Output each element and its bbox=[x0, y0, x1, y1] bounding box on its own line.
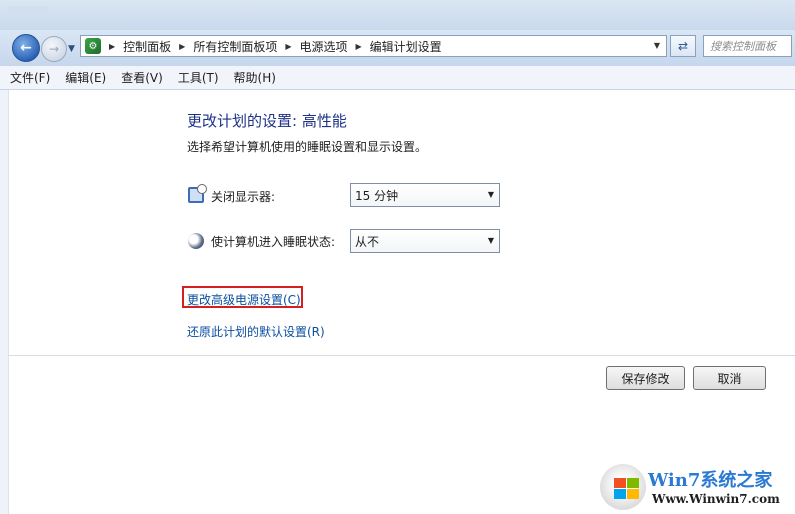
address-dropdown-icon[interactable]: ▼ bbox=[654, 41, 660, 50]
sleep-label: 使计算机进入睡眠状态: bbox=[211, 235, 336, 249]
save-button[interactable]: 保存修改 bbox=[606, 366, 685, 390]
page-subtitle: 选择希望计算机使用的睡眠设置和显示设置。 bbox=[187, 140, 428, 154]
display-off-value: 15 分钟 bbox=[355, 188, 399, 203]
search-input[interactable]: 搜索控制面板 bbox=[703, 35, 792, 57]
menu-bar: 文件(F) 编辑(E) 查看(V) 工具(T) 帮助(H) bbox=[0, 66, 795, 90]
restore-defaults-link[interactable]: 还原此计划的默认设置(R) bbox=[187, 323, 325, 340]
address-bar[interactable]: ⚙ ▶ 控制面板 ▶ 所有控制面板项 ▶ 电源选项 ▶ 编辑计划设置 ▼ bbox=[80, 35, 667, 57]
title-bar bbox=[0, 0, 795, 30]
breadcrumb-power-options[interactable]: 电源选项 bbox=[300, 38, 348, 55]
breadcrumb: ▶ 控制面板 ▶ 所有控制面板项 ▶ 电源选项 ▶ 编辑计划设置 bbox=[101, 38, 442, 55]
main-content: 更改计划的设置: 高性能 选择希望计算机使用的睡眠设置和显示设置。 关闭显示器:… bbox=[0, 90, 795, 514]
menu-help[interactable]: 帮助(H) bbox=[234, 69, 276, 86]
forward-arrow-icon: → bbox=[48, 42, 60, 56]
watermark: Win7系统之家 Www.Winwin7.com bbox=[596, 460, 795, 514]
menu-file[interactable]: 文件(F) bbox=[10, 69, 50, 86]
menu-view[interactable]: 查看(V) bbox=[121, 69, 163, 86]
display-off-label: 关闭显示器: bbox=[211, 190, 276, 204]
sleep-value: 从不 bbox=[355, 234, 380, 249]
back-arrow-icon: ← bbox=[20, 40, 32, 56]
display-off-select[interactable]: 15 分钟 ▼ bbox=[350, 183, 500, 207]
windows-flag bbox=[614, 478, 640, 500]
moon-sleep-icon bbox=[188, 233, 204, 249]
windows-logo-icon bbox=[600, 464, 646, 510]
breadcrumb-edit-plan[interactable]: 编辑计划设置 bbox=[370, 38, 442, 55]
left-pane-edge bbox=[0, 90, 9, 514]
search-placeholder: 搜索控制面板 bbox=[710, 40, 776, 53]
breadcrumb-all-items[interactable]: 所有控制面板项 bbox=[193, 38, 277, 55]
menu-tools[interactable]: 工具(T) bbox=[178, 69, 219, 86]
control-panel-icon: ⚙ bbox=[85, 38, 101, 54]
window: ← → ▼ ⚙ ▶ 控制面板 ▶ 所有控制面板项 ▶ 电源选项 ▶ 编辑计划设置… bbox=[0, 0, 795, 514]
chevron-right-icon[interactable]: ▶ bbox=[356, 42, 362, 51]
sleep-select[interactable]: 从不 ▼ bbox=[350, 229, 500, 253]
menu-edit[interactable]: 编辑(E) bbox=[65, 69, 106, 86]
forward-button[interactable]: → bbox=[41, 36, 67, 62]
page-title: 更改计划的设置: 高性能 bbox=[187, 112, 347, 130]
breadcrumb-control-panel[interactable]: 控制面板 bbox=[123, 38, 171, 55]
divider bbox=[8, 355, 795, 356]
recent-pages-dropdown-icon[interactable]: ▼ bbox=[68, 44, 75, 54]
chevron-down-icon: ▼ bbox=[487, 236, 494, 245]
back-button[interactable]: ← bbox=[12, 34, 40, 62]
refresh-icon: ⇄ bbox=[677, 39, 689, 53]
chevron-down-icon: ▼ bbox=[487, 190, 494, 199]
monitor-icon bbox=[188, 184, 207, 203]
advanced-power-settings-link[interactable]: 更改高级电源设置(C) bbox=[187, 291, 301, 308]
chevron-right-icon: ▶ bbox=[109, 41, 116, 51]
watermark-title: Win7系统之家 bbox=[648, 470, 773, 491]
refresh-button[interactable]: ⇄ bbox=[670, 35, 696, 57]
title-bar-ghost bbox=[8, 6, 48, 16]
cancel-button[interactable]: 取消 bbox=[693, 366, 766, 390]
watermark-url: Www.Winwin7.com bbox=[652, 492, 780, 506]
chevron-right-icon[interactable]: ▶ bbox=[285, 42, 291, 51]
chevron-right-icon[interactable]: ▶ bbox=[179, 42, 185, 51]
